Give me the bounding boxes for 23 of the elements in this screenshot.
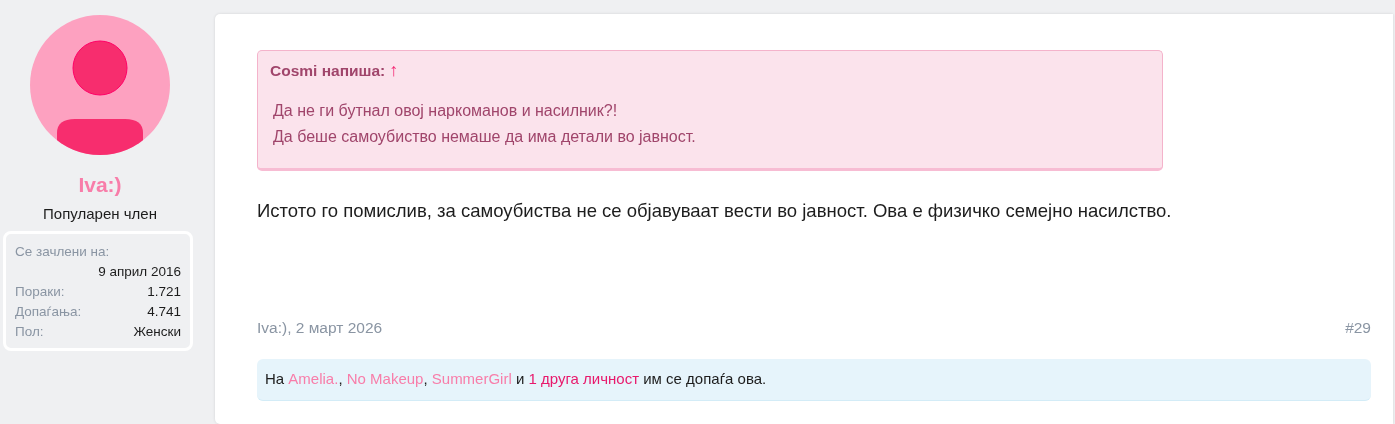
- jump-link[interactable]: ↑: [389, 57, 399, 84]
- stat-value: 1.721: [147, 283, 181, 301]
- user-link[interactable]: No Makeup: [346, 370, 424, 387]
- post-text: Истото го помислив, за самоубиства не се објавуваат вести во јавност. Ова е физичко семејно насилство.: [257, 199, 1173, 223]
- post-number-link[interactable]: #29: [1345, 315, 1371, 339]
- likes-text: На Amelia., No Makeup, SummerGirl и 1 друга личност им се допаѓа ова.: [265, 370, 767, 387]
- stat-label: Пол:: [15, 323, 44, 341]
- post-date: Iva:), 2 март 2026: [257, 317, 383, 338]
- stat-value: 9 април 2016: [97, 263, 181, 281]
- quote-text: Да не ги бутнал овој наркоманов и насилник?!: [273, 101, 619, 121]
- stat-label: Допаѓања:: [15, 303, 82, 321]
- username[interactable]: Iva:): [0, 169, 200, 201]
- user-link[interactable]: Amelia.: [288, 370, 339, 387]
- stat-value: 4.741: [147, 303, 181, 321]
- user-link[interactable]: SummerGirl: [431, 370, 512, 387]
- user-title: Популарен член: [42, 203, 158, 224]
- others-link[interactable]: 1 друга личност: [528, 370, 640, 387]
- quote-text: Да беше самоубиство немаше да има детали во јавност.: [273, 127, 697, 147]
- stat-value: Женски: [133, 323, 181, 341]
- avatar-icon[interactable]: [30, 15, 170, 155]
- stat-label: Се зачлени на:: [15, 243, 111, 261]
- quote-author: Cosmi напиша:: [270, 60, 386, 81]
- stat-label: Пораки:: [15, 283, 65, 301]
